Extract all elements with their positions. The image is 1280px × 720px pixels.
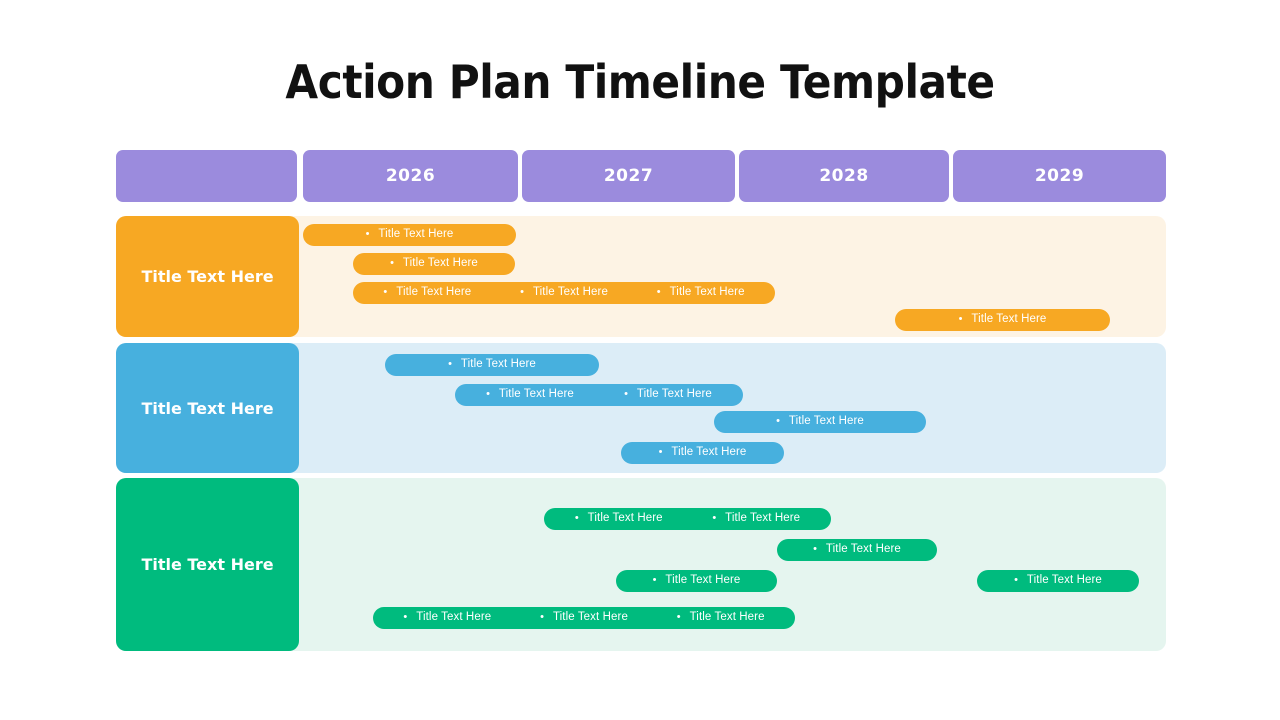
task-bar-label: Title Text Here — [532, 286, 608, 299]
year-header-cell-empty[interactable] — [116, 150, 297, 202]
bullet-icon: • — [712, 511, 717, 524]
task-bar-segment[interactable]: • Title Text Here — [652, 610, 789, 624]
task-bar-label: Title Text Here — [825, 543, 901, 556]
bullet-icon: • — [540, 610, 544, 623]
task-bar-segment[interactable]: • Title Text Here — [516, 610, 653, 624]
task-bar-segment[interactable]: • Title Text Here — [901, 312, 1104, 326]
task-bar-segment[interactable]: • Title Text Here — [461, 387, 599, 401]
task-bar-label: Title Text Here — [788, 415, 864, 428]
task-bar-segment[interactable]: • Title Text Here — [599, 387, 737, 401]
timeline-row-2: • Title Text Here • Title Text Here • Title T… — [116, 343, 1166, 473]
task-bar-label: Title Text Here — [665, 574, 741, 587]
task-bar-label: Title Text Here — [378, 228, 454, 241]
year-header-cell-2029[interactable]: 2029 — [953, 150, 1166, 202]
bullet-icon: • — [390, 256, 394, 269]
task-bar-segment[interactable]: • Title Text Here — [783, 542, 931, 556]
task-bar-label: Title Text Here — [460, 358, 536, 371]
task-bar[interactable]: • Title Text Here — [385, 354, 599, 376]
task-bar-label: Title Text Here — [671, 446, 747, 459]
bullet-icon: • — [403, 610, 408, 623]
task-bar-label: Title Text Here — [725, 512, 801, 525]
year-header-row: 2026 2027 2028 2029 — [116, 150, 1166, 202]
bullet-icon: • — [776, 414, 780, 427]
task-bar-label: Title Text Here — [1026, 574, 1102, 587]
task-bar-segment[interactable]: • Title Text Here — [359, 256, 509, 270]
task-bar-label: Title Text Here — [416, 611, 492, 624]
task-bar-segment[interactable]: • Title Text Here — [632, 285, 769, 299]
task-bar[interactable]: • Title Text Here — [714, 411, 926, 433]
task-bar-label: Title Text Here — [498, 388, 574, 401]
task-bar-segment[interactable]: • Title Text Here — [391, 357, 593, 371]
task-bar[interactable]: • Title Text Here — [303, 224, 516, 246]
bullet-icon: • — [624, 387, 628, 400]
task-bar-segment[interactable]: • Title Text Here — [496, 285, 633, 299]
bullet-icon: • — [383, 285, 388, 298]
task-bar-segment[interactable]: • Title Text Here — [720, 414, 920, 428]
task-bar-segment[interactable]: • Title Text Here — [309, 227, 510, 241]
task-bar-label: Title Text Here — [636, 388, 712, 401]
task-bar[interactable]: • Title Text Here — [777, 539, 937, 561]
task-bar-label: Title Text Here — [402, 257, 478, 270]
bullet-icon: • — [813, 542, 817, 555]
row-label-3[interactable]: Title Text Here — [116, 478, 299, 651]
year-header-cell-2027[interactable]: 2027 — [522, 150, 735, 202]
task-bar-segment[interactable]: • Title Text Here — [550, 511, 688, 525]
task-bar[interactable]: • Title Text Here — [977, 570, 1139, 592]
task-bar[interactable]: • Title Text Here • Title Text Here • Title T… — [353, 282, 775, 304]
row-label-2[interactable]: Title Text Here — [116, 343, 299, 473]
timeline-row-3: • Title Text Here • Title Text Here • Title T… — [116, 478, 1166, 651]
task-bar[interactable]: • Title Text Here — [621, 442, 784, 464]
task-bar[interactable]: • Title Text Here • Title Text Here • Title T… — [373, 607, 795, 629]
bullet-icon: • — [448, 357, 452, 370]
task-bar-label: Title Text Here — [689, 611, 765, 624]
bullet-icon: • — [1014, 573, 1018, 586]
year-header-cell-2026[interactable]: 2026 — [303, 150, 518, 202]
task-bar[interactable]: • Title Text Here • Title Text Here — [544, 508, 831, 530]
task-bar-label: Title Text Here — [552, 611, 628, 624]
timeline-row-1: • Title Text Here • Title Text Here • Title T… — [116, 216, 1166, 337]
task-bar-segment[interactable]: • Title Text Here — [627, 445, 778, 459]
bullet-icon: • — [520, 285, 524, 298]
task-bar-segment[interactable]: • Title Text Here — [983, 573, 1133, 587]
task-bar-segment[interactable]: • Title Text Here — [688, 511, 826, 525]
page-title: Action Plan Timeline Template — [285, 55, 995, 109]
task-bar[interactable]: • Title Text Here — [895, 309, 1110, 331]
bullet-icon: • — [486, 387, 490, 400]
bullet-icon: • — [365, 227, 370, 240]
row-label-1[interactable]: Title Text Here — [116, 216, 299, 337]
task-bar[interactable]: • Title Text Here — [353, 253, 515, 275]
task-bar-label: Title Text Here — [669, 286, 745, 299]
bullet-icon: • — [676, 610, 681, 623]
task-bar-label: Title Text Here — [587, 512, 663, 525]
year-header-cell-2028[interactable]: 2028 — [739, 150, 949, 202]
task-bar-segment[interactable]: • Title Text Here — [379, 610, 516, 624]
bullet-icon: • — [958, 312, 963, 325]
task-bar[interactable]: • Title Text Here — [616, 570, 777, 592]
bullet-icon: • — [652, 573, 657, 586]
task-bar-segment[interactable]: • Title Text Here — [622, 573, 771, 587]
bullet-icon: • — [574, 511, 579, 524]
bullet-icon: • — [656, 285, 661, 298]
task-bar-label: Title Text Here — [971, 313, 1047, 326]
task-bar-segment[interactable]: • Title Text Here — [359, 285, 496, 299]
task-bar-label: Title Text Here — [396, 286, 472, 299]
task-bar[interactable]: • Title Text Here • Title Text Here — [455, 384, 743, 406]
bullet-icon: • — [658, 445, 663, 458]
